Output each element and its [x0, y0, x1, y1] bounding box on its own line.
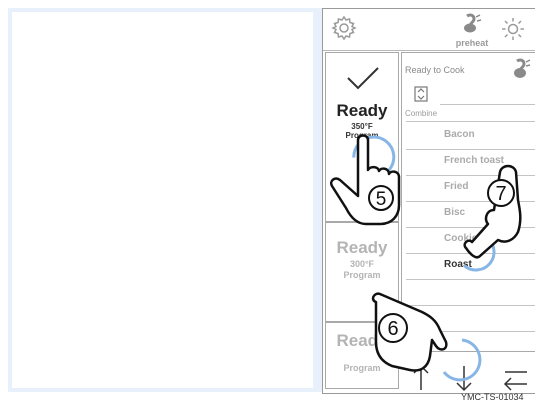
preheat-icon[interactable]	[461, 13, 483, 35]
recipe-list: Ready to Cook Combine Bacon French toast…	[401, 52, 535, 352]
list-item[interactable]	[406, 279, 535, 306]
tile-mode: Program	[343, 363, 381, 373]
tile-title: Ready	[336, 238, 388, 257]
list-item-label: Bacon	[444, 129, 475, 140]
brightness-icon[interactable]	[501, 16, 525, 40]
tile-temp: 350°F	[351, 122, 373, 131]
list-item[interactable]: Fried	[406, 175, 535, 202]
program-tiles: Ready 350°F Program Ready 300°F Program …	[325, 52, 399, 389]
list-item[interactable]: Bisc	[406, 201, 535, 228]
preheat-label: preheat	[455, 38, 489, 48]
list-item[interactable]	[406, 305, 535, 332]
list-item-label: Bisc	[444, 207, 466, 218]
checkmark-icon	[347, 67, 379, 90]
list-item-selected[interactable]: Roast	[406, 253, 535, 280]
combine-label: Combine	[405, 109, 438, 118]
list-item-label: French toast	[444, 155, 505, 166]
list-item[interactable]: Bacon	[406, 123, 535, 150]
tile-ready-350[interactable]: Ready 350°F Program	[325, 52, 399, 222]
list-item-label: Cookie	[444, 233, 478, 244]
list-heading: Ready to Cook	[405, 65, 465, 75]
blank-area	[12, 12, 313, 388]
divider	[440, 104, 535, 105]
tile-mode: Program	[345, 131, 379, 140]
nav-bar	[413, 364, 527, 392]
list-item-label: Fried	[444, 181, 469, 192]
tile-title: Ready	[336, 101, 388, 120]
preheat-icon	[514, 58, 531, 78]
tile-ready-third[interactable]: Ready Program	[325, 322, 399, 389]
divider	[406, 121, 535, 122]
arrow-up-icon[interactable]	[413, 364, 429, 390]
list-item[interactable]: Cookie	[406, 227, 535, 254]
tile-ready-300[interactable]: Ready 300°F Program	[325, 222, 399, 322]
list-item[interactable]: French toast	[406, 149, 535, 176]
arrow-down-icon[interactable]	[456, 366, 472, 392]
tile-mode: Program	[343, 270, 381, 280]
gear-icon[interactable]	[331, 15, 357, 41]
back-icon[interactable]	[503, 371, 527, 391]
tile-title: Ready	[336, 331, 388, 350]
combine-icon[interactable]	[414, 86, 428, 102]
control-panel-screen: preheat Ready 350°F Program Ready 300°F …	[322, 8, 535, 394]
top-bar: preheat	[323, 9, 535, 51]
list-item-label: Roast	[444, 259, 472, 270]
figure-id: YMC-TS-01034	[461, 392, 524, 402]
tile-temp: 300°F	[349, 259, 375, 269]
